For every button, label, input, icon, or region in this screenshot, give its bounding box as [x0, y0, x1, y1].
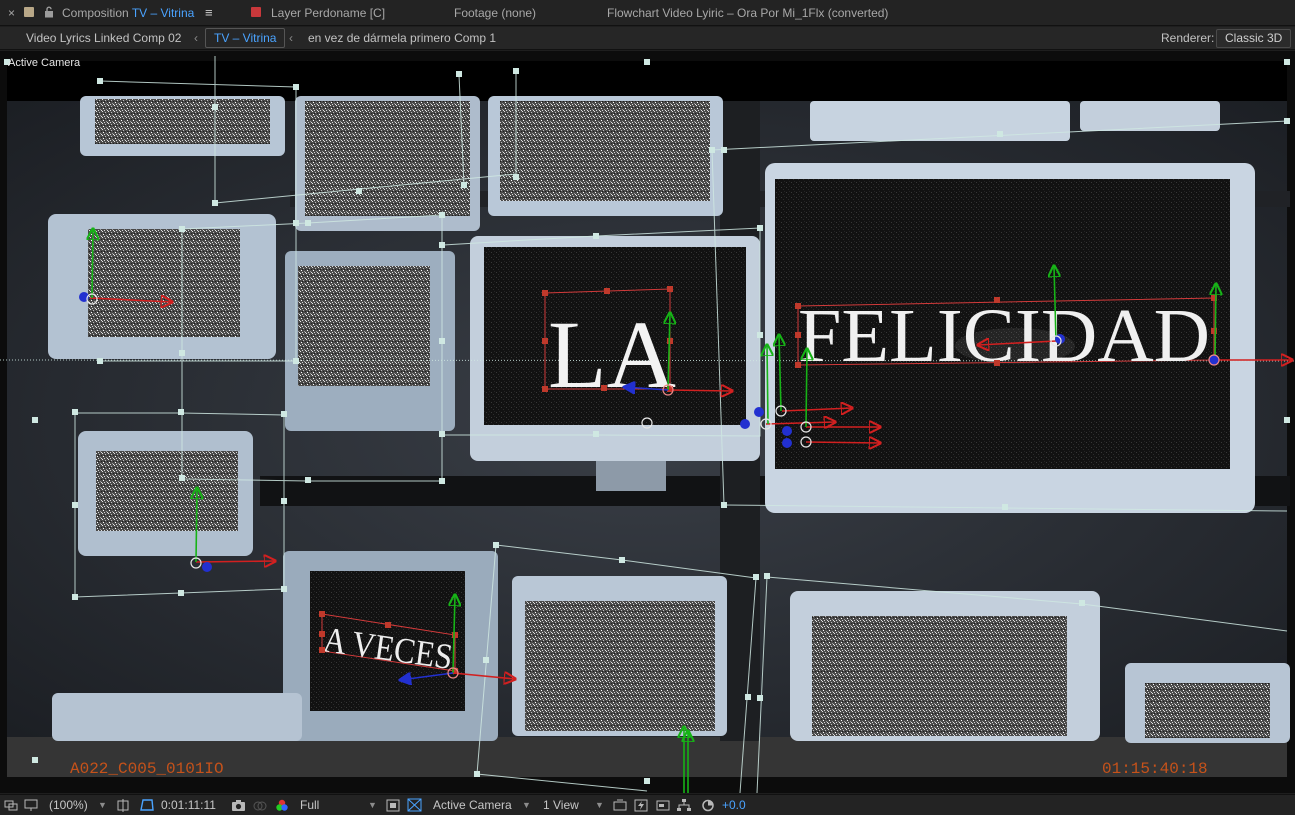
mask-visibility-icon[interactable]: [139, 798, 155, 812]
chevron-down-icon[interactable]: ▼: [98, 795, 107, 815]
magnification-dropdown[interactable]: (100%): [49, 795, 88, 815]
breadcrumb-item-parent[interactable]: Video Lyrics Linked Comp 02: [26, 27, 181, 49]
composition-tab-prefix: Composition: [62, 6, 129, 20]
composition-tab[interactable]: Composition TV – Vitrina: [62, 0, 194, 26]
chevron-down-icon[interactable]: ▼: [368, 795, 377, 815]
close-tab-icon[interactable]: ×: [8, 0, 15, 26]
viewer-camera-label: Active Camera: [8, 57, 81, 69]
layer-color-swatch: [251, 7, 261, 17]
flowchart-tab[interactable]: Flowchart Video Lyiric – Ora Por Mi_1Flx…: [607, 0, 888, 26]
renderer-dropdown[interactable]: Classic 3D: [1216, 29, 1292, 48]
chevron-left-icon[interactable]: ‹: [289, 27, 293, 49]
tv-monitor: [1125, 663, 1290, 743]
chevron-down-icon[interactable]: ▼: [595, 795, 604, 815]
reset-exposure-icon[interactable]: [701, 799, 715, 812]
flowchart-icon[interactable]: [677, 799, 691, 812]
tv-monitor: [488, 96, 723, 216]
tv-monitor: [285, 251, 455, 431]
tv-monitor: [790, 591, 1100, 741]
breadcrumb-item-child[interactable]: en vez de dármela primero Comp 1: [308, 27, 496, 49]
composition-tab-name: TV – Vitrina: [131, 6, 195, 20]
footage-tab[interactable]: Footage (none): [454, 0, 536, 26]
renderer-label: Renderer:: [1161, 31, 1215, 45]
layer-tab[interactable]: Layer Perdoname [C]: [271, 0, 385, 26]
panel-tab-bar: × Composition TV – Vitrina ≡ Layer Perdo…: [0, 0, 1295, 26]
composition-canvas[interactable]: LA FELICIDAD A VECES A022_C005_0101IO 01…: [0, 51, 1295, 793]
camera-snapshot-icon[interactable]: [231, 799, 246, 812]
safe-areas-icon[interactable]: [116, 799, 130, 812]
tv-monitor: [78, 431, 253, 556]
clip-name-overlay: A022_C005_0101IO: [70, 760, 224, 778]
breadcrumb-item-current[interactable]: TV – Vitrina: [205, 28, 286, 48]
transparency-grid-icon[interactable]: [407, 798, 422, 812]
view-layout-dropdown[interactable]: 1 View: [543, 795, 579, 815]
tv-monitor: [80, 96, 285, 156]
region-of-interest-icon[interactable]: [386, 799, 400, 812]
lock-icon[interactable]: [44, 6, 54, 18]
fast-previews-icon[interactable]: [634, 799, 648, 812]
title-text-la: LA: [548, 301, 676, 408]
toggle-pixel-aspect-icon[interactable]: [613, 799, 627, 812]
composition-frame: [7, 61, 1290, 777]
current-time-display[interactable]: 0:01:11:11: [161, 795, 216, 815]
resolution-dropdown[interactable]: Full: [300, 795, 319, 815]
panel-menu-icon[interactable]: ≡: [205, 0, 213, 26]
comp-color-swatch: [24, 7, 34, 17]
chevron-down-icon[interactable]: ▼: [522, 795, 531, 815]
timeline-icon[interactable]: [656, 799, 670, 812]
tv-monitor: [512, 576, 727, 736]
show-snapshot-icon[interactable]: [253, 799, 267, 812]
timecode-overlay: 01:15:40:18: [1102, 760, 1208, 778]
3d-view-dropdown[interactable]: Active Camera: [433, 795, 512, 815]
viewer-toolbar: (100%) ▼ 0:01:11:11 Full ▼ Active Camera…: [0, 794, 1295, 815]
composition-breadcrumb-bar: Video Lyrics Linked Comp 02 ‹ TV – Vitri…: [0, 27, 1295, 50]
tv-monitor: [295, 96, 480, 231]
tv-monitor: [52, 693, 302, 741]
rgb-channels-icon[interactable]: [275, 799, 289, 812]
tv-monitor: [48, 214, 276, 359]
monitor-icon[interactable]: [24, 799, 38, 812]
always-preview-icon[interactable]: [4, 799, 18, 812]
exposure-value[interactable]: +0.0: [722, 795, 746, 815]
title-text-felicidad: FELICIDAD: [798, 294, 1210, 378]
chevron-left-icon[interactable]: ‹: [194, 27, 198, 49]
composition-viewer[interactable]: Active Camera LA FELICIDAD A VECES A022_…: [0, 51, 1295, 793]
text-layer-felicidad[interactable]: FELICIDAD: [795, 294, 1217, 378]
